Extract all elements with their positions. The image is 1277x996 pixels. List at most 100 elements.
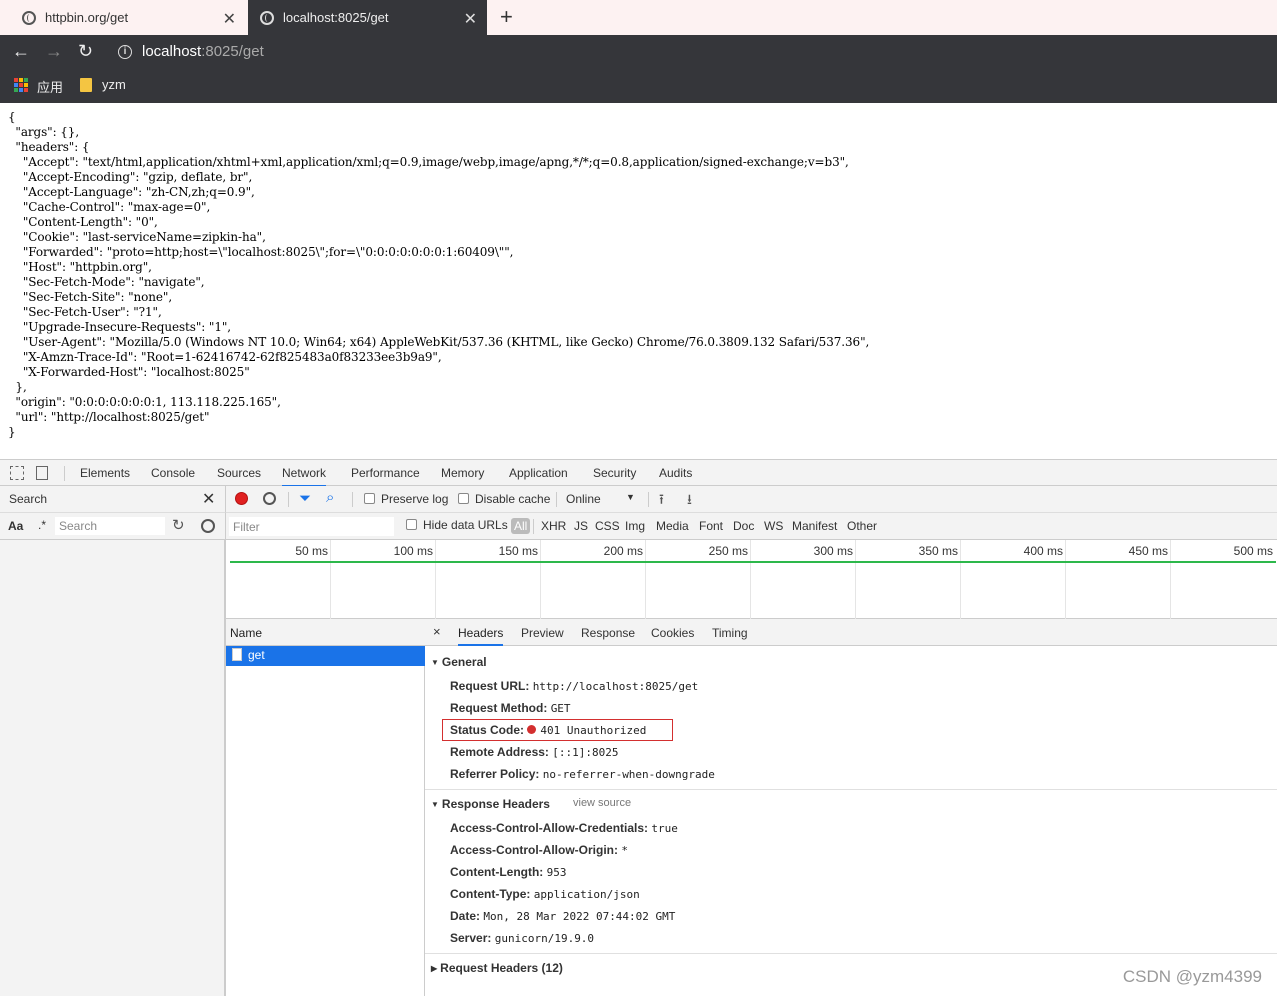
tab-preview[interactable]: Preview xyxy=(521,626,564,640)
chevron-down-icon[interactable]: ▼ xyxy=(626,492,635,502)
request-headers-section-header[interactable]: ▶ Request Headers (12) xyxy=(431,961,563,975)
filter-icon[interactable]: ⏷ xyxy=(299,490,311,507)
divider xyxy=(64,466,65,481)
tab-elements[interactable]: Elements xyxy=(80,466,130,480)
refresh-icon[interactable]: ↻ xyxy=(172,516,185,534)
tick-line xyxy=(1065,540,1066,619)
filter-type-font[interactable]: Font xyxy=(699,519,723,533)
header-key: Status Code: xyxy=(450,723,525,737)
divider xyxy=(556,492,557,507)
new-tab-button[interactable]: + xyxy=(500,4,513,30)
tab-sources[interactable]: Sources xyxy=(217,466,261,480)
search-icon[interactable]: ⌕ xyxy=(326,489,334,506)
clear-log-icon[interactable] xyxy=(263,492,276,505)
general-section-header[interactable]: ▼ General xyxy=(431,655,487,669)
preserve-log-label: Preserve log xyxy=(381,492,449,506)
network-filter-bar: Filter Hide data URLs All XHR JS CSS Img… xyxy=(225,513,1277,540)
forward-icon[interactable]: → xyxy=(45,41,63,62)
tab-localhost[interactable]: localhost:8025/get ✕ xyxy=(248,0,487,35)
tab-title: localhost:8025/get xyxy=(283,10,389,25)
inspect-element-icon[interactable] xyxy=(10,466,24,480)
search-input[interactable]: Search xyxy=(55,517,165,535)
view-source-link[interactable]: view source xyxy=(573,797,631,809)
devtools-tabbar: Elements Console Sources Network Perform… xyxy=(0,459,1277,487)
tab-application[interactable]: Application xyxy=(509,466,568,480)
header-value: 953 xyxy=(546,866,567,879)
tab-network[interactable]: Network xyxy=(282,466,327,487)
bookmark-apps[interactable]: 应用 xyxy=(37,77,63,96)
tick-line xyxy=(1170,540,1171,619)
search-panel-input-row: Aa .* Search ↻ xyxy=(0,513,225,540)
apps-grid-icon[interactable] xyxy=(14,78,28,92)
filter-type-other[interactable]: Other xyxy=(847,519,877,533)
tab-cookies[interactable]: Cookies xyxy=(651,626,694,640)
name-column-header[interactable]: Name xyxy=(226,619,425,646)
disable-cache-checkbox[interactable] xyxy=(458,493,469,504)
header-key: Date: xyxy=(450,909,481,923)
header-value: gunicorn/19.9.0 xyxy=(494,932,595,945)
header-value: GET xyxy=(550,702,571,715)
tick-label: 350 ms xyxy=(918,544,958,558)
tick-label: 450 ms xyxy=(1128,544,1168,558)
disable-cache-label: Disable cache xyxy=(475,492,551,506)
tab-headers[interactable]: Headers xyxy=(458,626,504,646)
tick-line xyxy=(330,540,331,619)
detail-tabbar: × Headers Preview Response Cookies Timin… xyxy=(425,619,1277,646)
network-overview-timeline[interactable]: 50 ms 100 ms 150 ms 200 ms 250 ms 300 ms… xyxy=(225,540,1277,619)
filter-type-manifest[interactable]: Manifest xyxy=(792,519,837,533)
tab-security[interactable]: Security xyxy=(593,466,636,480)
regex-toggle[interactable]: .* xyxy=(38,518,46,532)
export-har-icon[interactable]: ⭳ xyxy=(687,489,692,513)
filter-type-doc[interactable]: Doc xyxy=(733,519,754,533)
back-icon[interactable]: ← xyxy=(12,41,30,62)
tab-httpbin[interactable]: httpbin.org/get ✕ xyxy=(0,0,246,35)
tab-memory[interactable]: Memory xyxy=(441,466,484,480)
tab-console[interactable]: Console xyxy=(151,466,195,480)
filter-type-all[interactable]: All xyxy=(511,518,531,534)
tab-timing[interactable]: Timing xyxy=(712,626,748,640)
tab-response[interactable]: Response xyxy=(581,626,635,640)
match-case-toggle[interactable]: Aa xyxy=(8,519,23,533)
response-headers-section-header[interactable]: ▼ Response Headers xyxy=(431,797,550,811)
divider xyxy=(288,492,289,507)
header-value: application/json xyxy=(533,888,640,901)
request-row[interactable]: get xyxy=(226,646,425,666)
tab-title: httpbin.org/get xyxy=(45,10,129,25)
filter-input[interactable]: Filter xyxy=(229,517,394,536)
header-value: [::1]:8025 xyxy=(552,746,619,759)
tab-strip: httpbin.org/get ✕ localhost:8025/get ✕ + xyxy=(0,0,1277,35)
close-icon[interactable]: ✕ xyxy=(202,489,215,509)
reload-icon[interactable]: ↻ xyxy=(78,41,93,62)
divider xyxy=(425,789,1277,790)
close-tab-icon[interactable]: ✕ xyxy=(464,9,477,29)
tab-performance[interactable]: Performance xyxy=(351,466,420,480)
header-value: true xyxy=(651,822,678,835)
device-toolbar-icon[interactable] xyxy=(36,466,48,480)
json-response-body: { "args": {}, "headers": { "Accept": "te… xyxy=(8,110,870,439)
info-icon[interactable]: i xyxy=(118,45,132,59)
filter-type-ws[interactable]: WS xyxy=(764,519,783,533)
filter-type-img[interactable]: Img xyxy=(625,519,645,533)
close-detail-icon[interactable]: × xyxy=(433,624,441,639)
filter-type-media[interactable]: Media xyxy=(656,519,689,533)
header-row: Remote Address: [::1]:8025 xyxy=(450,745,619,759)
header-row: Server: gunicorn/19.9.0 xyxy=(450,931,594,945)
throttle-select[interactable]: Online xyxy=(566,492,601,506)
tab-audits[interactable]: Audits xyxy=(659,466,692,480)
bookmark-yzm[interactable]: yzm xyxy=(102,77,126,92)
globe-icon xyxy=(260,10,274,25)
hide-data-urls-checkbox[interactable] xyxy=(406,519,417,530)
filter-type-js[interactable]: JS xyxy=(574,519,588,533)
clear-icon[interactable] xyxy=(201,519,215,533)
status-code-row: Status Code: 401 Unauthorized xyxy=(450,723,646,737)
header-value: * xyxy=(621,844,628,857)
filter-type-css[interactable]: CSS xyxy=(595,519,620,533)
import-har-icon[interactable]: ⭱ xyxy=(659,489,664,513)
filter-type-xhr[interactable]: XHR xyxy=(541,519,566,533)
tick-label: 250 ms xyxy=(708,544,748,558)
address-bar[interactable]: localhost:8025/get xyxy=(142,43,264,60)
close-tab-icon[interactable]: ✕ xyxy=(223,9,236,29)
header-key: Request Method: xyxy=(450,701,548,715)
record-icon[interactable] xyxy=(235,492,248,505)
preserve-log-checkbox[interactable] xyxy=(364,493,375,504)
